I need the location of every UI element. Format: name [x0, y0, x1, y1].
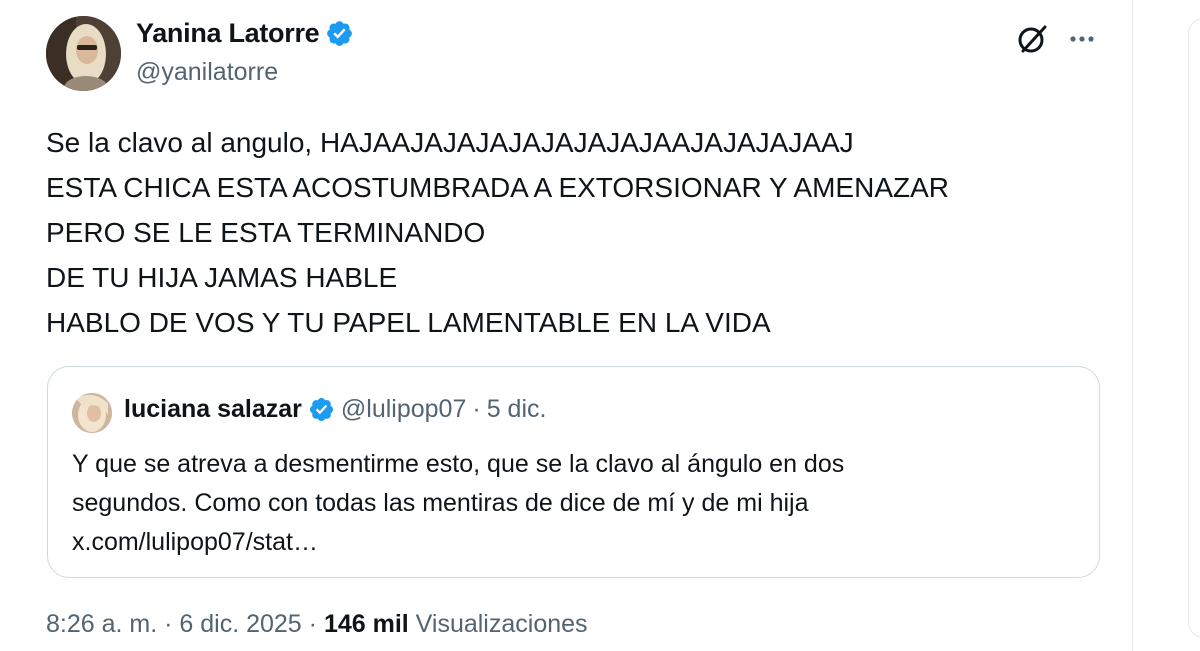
verified-badge-icon[interactable]: [325, 19, 354, 48]
tweet-meta: 8:26 a. m. · 6 dic. 2025 · 146 mil Visua…: [46, 610, 588, 639]
quoted-tweet[interactable]: luciana salazar @lulipop07 · 5 dic. Y qu…: [47, 366, 1100, 578]
tweet-date[interactable]: 6 dic. 2025: [179, 610, 301, 638]
quoted-author-name[interactable]: luciana salazar: [124, 395, 302, 424]
views-count: 146 mil: [323, 610, 409, 638]
tweet-card: Yanina Latorre @yanilatorre Se la clavo …: [0, 0, 1133, 651]
author-name[interactable]: Yanina Latorre: [136, 18, 320, 49]
more-icon[interactable]: [1065, 22, 1099, 56]
tweet-line: PERO SE LE ESTA TERMINANDO: [46, 217, 486, 248]
avatar-photo: [46, 16, 121, 91]
tweet-text: Se la clavo al angulo, HAJAAJAJAJAJAJAJA…: [46, 120, 1106, 345]
quoted-author-handle[interactable]: @lulipop07: [341, 395, 466, 424]
quoted-link[interactable]: x.com/lulipop07/stat…: [72, 523, 1072, 562]
verified-badge-icon[interactable]: [308, 396, 335, 423]
quoted-line: Y que se atreva a desmentirme esto, que …: [72, 450, 845, 478]
quoted-avatar-photo: [72, 393, 112, 433]
author-handle[interactable]: @yanilatorre: [136, 58, 278, 87]
sidebar-card-edge: [1188, 18, 1200, 638]
quoted-line: segundos. Como con todas las mentiras de…: [72, 489, 809, 517]
tweet-line: DE TU HIJA JAMAS HABLE: [46, 262, 398, 293]
quoted-separator: ·: [472, 395, 481, 423]
quoted-author-avatar[interactable]: [72, 393, 112, 433]
tweet-time[interactable]: 8:26 a. m.: [46, 610, 157, 638]
meta-separator: ·: [157, 610, 180, 638]
author-avatar[interactable]: [46, 16, 121, 91]
meta-separator: ·: [301, 610, 324, 638]
quoted-date[interactable]: 5 dic.: [487, 395, 547, 424]
views-label: Visualizaciones: [415, 610, 588, 638]
tweet-line: HABLO DE VOS Y TU PAPEL LAMENTABLE EN LA…: [46, 307, 771, 338]
grok-icon[interactable]: [1016, 22, 1050, 56]
tweet-line: ESTA CHICA ESTA ACOSTUMBRADA A EXTORSION…: [46, 172, 949, 203]
tweet-line: Se la clavo al angulo, HAJAAJAJAJAJAJAJA…: [46, 127, 854, 158]
quoted-text: Y que se atreva a desmentirme esto, que …: [72, 445, 1072, 562]
